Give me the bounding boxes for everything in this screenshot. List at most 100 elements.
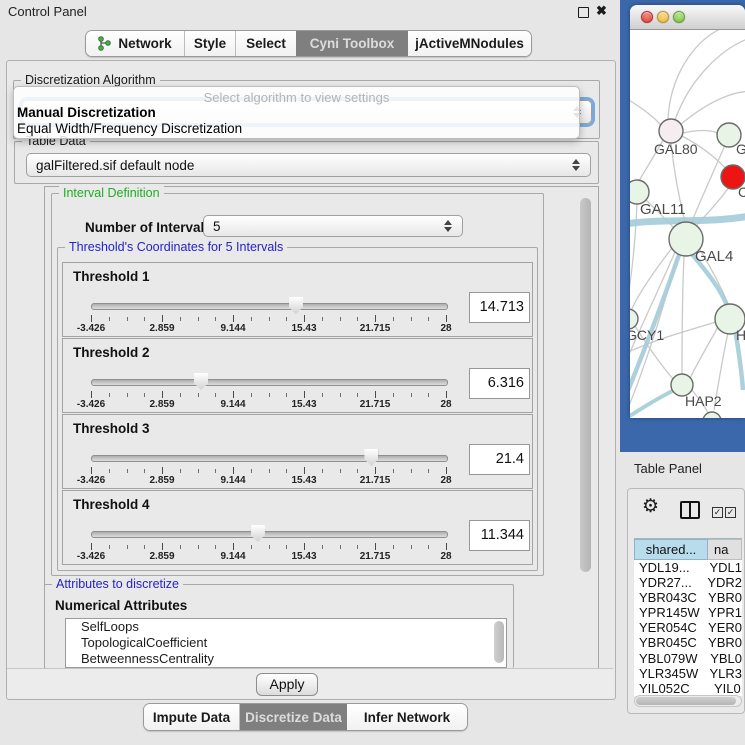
checkbox-icon[interactable]: ✓ <box>712 507 723 518</box>
tab-label: Style <box>194 36 226 51</box>
axis-tick-label: 15.43 <box>291 323 316 334</box>
axis-tick-label: 21.715 <box>360 475 391 486</box>
cell-name[interactable]: YBL0 <box>704 651 742 666</box>
threshold-slider-thumb[interactable] <box>289 297 303 314</box>
node-gal80[interactable] <box>659 119 683 143</box>
network-window-titlebar[interactable] <box>630 5 745 30</box>
cell-name[interactable]: YDL1 <box>703 560 742 575</box>
numerical-attributes-list[interactable]: SelfLoopsTopologicalCoefficientBetweenne… <box>65 618 507 668</box>
network-nodes[interactable] <box>630 119 745 418</box>
cell-shared-name[interactable]: YIL052C <box>634 681 708 696</box>
table-row[interactable]: YLR345WYLR3 <box>634 666 742 681</box>
table-row[interactable]: YBR045CYBR0 <box>634 635 742 650</box>
node-partial-bottom[interactable] <box>703 412 721 418</box>
vertical-scrollbar[interactable] <box>580 198 591 572</box>
tab-style[interactable]: Style <box>185 31 236 56</box>
cell-shared-name[interactable]: YDL19... <box>634 560 703 575</box>
threshold-slider-track[interactable] <box>91 379 448 386</box>
combo-arrows-icon <box>572 159 581 171</box>
column-header-shared-name[interactable]: shared... <box>634 539 708 560</box>
tab-select[interactable]: Select <box>236 31 296 56</box>
column-header-name[interactable]: na <box>708 539 742 560</box>
tick-mark <box>357 393 358 397</box>
cell-shared-name[interactable]: YER054C <box>634 620 702 635</box>
tick-mark <box>109 545 110 549</box>
table-row[interactable]: YBR043CYBR0 <box>634 590 742 605</box>
attribute-list-item[interactable]: TopologicalCoefficient <box>66 635 506 651</box>
table-row[interactable]: YER054CYER0 <box>634 620 742 635</box>
tab-impute-data[interactable]: Impute Data <box>144 704 240 730</box>
cell-name[interactable]: YBR0 <box>702 635 742 650</box>
split-column-icon[interactable] <box>680 501 700 519</box>
cell-shared-name[interactable]: YPR145W <box>634 605 702 620</box>
number-of-intervals-label: Number of Intervals <box>85 220 212 235</box>
list-scrollbar[interactable] <box>494 621 504 663</box>
cell-shared-name[interactable]: YBL079W <box>634 651 704 666</box>
node-label: GAL4 <box>695 248 733 265</box>
tab-label: Discretize Data <box>245 710 342 725</box>
threshold-value-field[interactable]: 6.316 <box>469 368 530 399</box>
threshold-value-field[interactable]: 14.713 <box>469 292 530 323</box>
network-view-window[interactable]: GAL80 G C GAL11 GAL4 GCY1 H HAP2 <box>630 5 745 418</box>
close-window-icon[interactable] <box>641 11 653 23</box>
horizontal-scrollbar[interactable] <box>634 695 742 707</box>
tick-mark <box>109 317 110 321</box>
tab-jactivemnodules[interactable]: jActiveMNodules <box>408 31 531 56</box>
slider-axis-labels: -3.4262.8599.14415.4321.71528 <box>91 399 446 411</box>
table-row[interactable]: YDR27...YDR2 <box>634 575 742 590</box>
dropdown-option-equal-width-frequency[interactable]: Equal Width/Frequency Discretization <box>17 121 242 136</box>
threshold-value-field[interactable]: 11.344 <box>469 520 530 551</box>
tick-mark <box>411 317 412 321</box>
threshold-2-panel: Threshold 2 -3.4262.8599.14415.4321.7152… <box>62 338 533 413</box>
tab-discretize-data[interactable]: Discretize Data <box>240 704 347 730</box>
table-row[interactable]: YPR145WYPR1 <box>634 605 742 620</box>
close-icon[interactable]: ✖ <box>596 3 607 19</box>
cell-name[interactable]: YIL0 <box>708 681 742 696</box>
tick-mark <box>286 469 287 473</box>
axis-tick-label: 9.144 <box>220 475 245 486</box>
threshold-slider-track[interactable] <box>91 303 448 310</box>
table-row[interactable]: YIL052CYIL0 <box>634 681 742 696</box>
tick-mark <box>340 393 341 397</box>
float-window-icon[interactable] <box>578 7 589 18</box>
checkbox-icon[interactable]: ✓ <box>725 507 736 518</box>
threshold-slider-track[interactable] <box>91 455 448 462</box>
cell-shared-name[interactable]: YLR345W <box>634 666 703 681</box>
threshold-slider-thumb[interactable] <box>251 525 265 542</box>
cell-name[interactable]: YER0 <box>702 620 742 635</box>
gear-icon[interactable]: ⚙ <box>642 495 659 518</box>
minimize-window-icon[interactable] <box>657 11 669 23</box>
cell-shared-name[interactable]: YBR045C <box>634 635 702 650</box>
cell-shared-name[interactable]: YDR27... <box>634 575 701 590</box>
cell-name[interactable]: YPR1 <box>702 605 742 620</box>
tick-mark <box>144 469 145 473</box>
horizontal-scrollbar-thumb[interactable] <box>636 697 736 705</box>
threshold-label: Threshold 1 <box>73 269 150 284</box>
table-panel-title: Table Panel <box>634 461 702 476</box>
table-row[interactable]: YDL19...YDL1 <box>634 560 742 575</box>
node-gcy1[interactable] <box>630 309 638 329</box>
threshold-value-field[interactable]: 21.4 <box>469 444 530 475</box>
tab-cyni-toolbox[interactable]: Cyni Toolbox <box>296 31 408 56</box>
tick-mark <box>162 391 163 398</box>
cell-name[interactable]: YBR0 <box>702 590 742 605</box>
threshold-4-panel: Threshold 4 -3.4262.8599.14415.4321.7152… <box>62 490 533 565</box>
table-row[interactable]: YBL079WYBL0 <box>634 651 742 666</box>
tab-infer-network[interactable]: Infer Network <box>347 704 467 730</box>
cell-shared-name[interactable]: YBR043C <box>634 590 702 605</box>
threshold-slider-thumb[interactable] <box>364 449 378 466</box>
cell-name[interactable]: YDR2 <box>701 575 742 590</box>
threshold-slider-thumb[interactable] <box>194 373 208 390</box>
apply-button[interactable]: Apply <box>256 673 318 696</box>
cell-name[interactable]: YLR3 <box>703 666 742 681</box>
dropdown-option-manual-discretization[interactable]: Manual Discretization <box>17 105 156 120</box>
attribute-list-item[interactable]: BetweennessCentrality <box>66 651 506 667</box>
network-canvas[interactable]: GAL80 G C GAL11 GAL4 GCY1 H HAP2 <box>630 30 745 418</box>
tick-mark <box>304 543 305 550</box>
tab-network[interactable]: Network <box>86 31 185 56</box>
threshold-slider-track[interactable] <box>91 531 448 538</box>
number-of-intervals-combobox[interactable]: 5 <box>203 215 463 237</box>
attribute-list-item[interactable]: SelfLoops <box>66 619 506 635</box>
zoom-window-icon[interactable] <box>673 11 685 23</box>
table-data-combobox[interactable]: galFiltered.sif default node <box>26 153 591 177</box>
